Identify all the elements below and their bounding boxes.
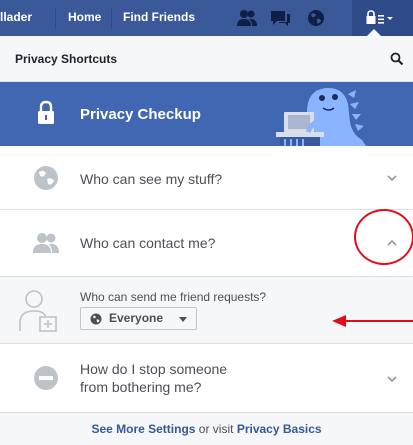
friends-icon bbox=[33, 233, 59, 253]
privacy-checkup-title: Privacy Checkup bbox=[80, 106, 201, 123]
add-friend-icon bbox=[19, 290, 57, 332]
globe-icon bbox=[34, 166, 58, 190]
privacy-footer: See More Settings or visit Privacy Basic… bbox=[0, 412, 413, 445]
row-label: Who can contact me? bbox=[80, 235, 216, 251]
annotation-arrow bbox=[332, 315, 413, 327]
block-icon bbox=[34, 366, 58, 390]
find-friends-link[interactable]: Find Friends bbox=[123, 10, 195, 24]
globe-icon bbox=[90, 313, 102, 325]
search-icon[interactable] bbox=[390, 52, 404, 66]
top-nav-bar: llader Home Find Friends bbox=[0, 0, 413, 36]
footer-line: See More Settings or visit Privacy Basic… bbox=[0, 413, 413, 436]
dropdown-caret bbox=[367, 29, 381, 36]
privacy-shortcuts-icon bbox=[366, 10, 393, 24]
privacy-shortcuts-header: Privacy Shortcuts bbox=[0, 36, 413, 82]
stop-someone-bothering-row[interactable]: How do I stop someone from bothering me? bbox=[0, 344, 413, 412]
nav-separator bbox=[111, 8, 112, 28]
annotation-circle bbox=[354, 209, 413, 265]
home-link[interactable]: Home bbox=[68, 10, 101, 24]
friend-requests-setting: Who can send me friend requests? Everyon… bbox=[0, 277, 413, 344]
row-label-line1: How do I stop someone bbox=[80, 361, 228, 377]
audience-selector-button[interactable]: Everyone bbox=[80, 307, 197, 330]
privacy-shortcuts-tab[interactable] bbox=[352, 0, 413, 36]
footer-connector-text: or visit bbox=[195, 422, 237, 436]
row-label-line2: from bothering me? bbox=[80, 379, 202, 395]
nav-separator bbox=[55, 8, 56, 28]
chevron-down-icon[interactable] bbox=[386, 174, 398, 182]
row-label: Who can see my stuff? bbox=[80, 171, 223, 187]
lock-icon bbox=[38, 100, 54, 124]
who-can-see-my-stuff-row[interactable]: Who can see my stuff? bbox=[0, 146, 413, 210]
notifications-globe-icon[interactable] bbox=[305, 8, 327, 28]
messages-icon[interactable] bbox=[269, 8, 291, 28]
who-can-contact-me-row[interactable]: Who can contact me? bbox=[0, 210, 413, 277]
profile-name-link[interactable]: llader bbox=[0, 10, 32, 24]
privacy-shortcuts-title: Privacy Shortcuts bbox=[15, 52, 118, 66]
caret-down-icon bbox=[179, 317, 187, 322]
chevron-down-icon[interactable] bbox=[386, 375, 398, 383]
friend-requests-icon[interactable] bbox=[236, 8, 258, 28]
audience-label: Everyone bbox=[109, 311, 164, 325]
see-more-settings-link[interactable]: See More Settings bbox=[91, 422, 195, 436]
friend-request-question: Who can send me friend requests? bbox=[80, 290, 267, 304]
privacy-basics-link[interactable]: Privacy Basics bbox=[237, 422, 322, 436]
privacy-dinosaur-illustration bbox=[276, 87, 366, 146]
privacy-checkup-banner[interactable]: Privacy Checkup bbox=[0, 82, 413, 146]
